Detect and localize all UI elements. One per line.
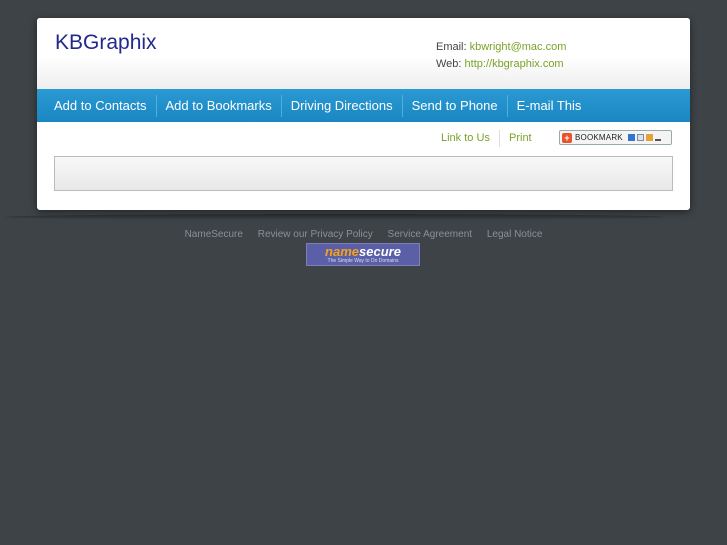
email-link[interactable]: kbwright@mac.com xyxy=(470,41,567,53)
print-link[interactable]: Print xyxy=(509,132,532,144)
nav-driving-directions[interactable]: Driving Directions xyxy=(280,94,402,117)
link-to-us-link[interactable]: Link to Us xyxy=(441,132,490,144)
web-label: Web: xyxy=(436,58,462,70)
social-icons xyxy=(627,134,661,141)
header: KBGraphix Email: kbwright@mac.com Web: h… xyxy=(37,18,690,89)
footer-privacy-link[interactable]: Review our Privacy Policy xyxy=(258,229,373,240)
content-box xyxy=(54,156,673,191)
logo-wordmark: namesecure xyxy=(325,243,401,259)
footer-links: NameSecure Review our Privacy Policy Ser… xyxy=(0,229,727,240)
site-title[interactable]: KBGraphix xyxy=(55,31,157,55)
logo-tagline: The Simple Way to Do Domains xyxy=(327,257,399,264)
plus-icon: + xyxy=(562,132,572,143)
footer-namesecure-link[interactable]: NameSecure xyxy=(185,229,243,240)
nav-send-to-phone[interactable]: Send to Phone xyxy=(401,94,507,117)
digg-icon xyxy=(636,134,644,141)
bookmark-button[interactable]: + BOOKMARK xyxy=(559,130,672,145)
footer-legal-notice-link[interactable]: Legal Notice xyxy=(487,229,543,240)
more-icon xyxy=(654,139,661,141)
nav-add-to-bookmarks[interactable]: Add to Bookmarks xyxy=(155,94,281,117)
stumbleupon-icon xyxy=(645,134,653,141)
contact-info: Email: kbwright@mac.com Web: http://kbgr… xyxy=(436,39,566,73)
tools-divider xyxy=(499,130,500,147)
bookmark-label: BOOKMARK xyxy=(575,133,623,142)
footer-service-agreement-link[interactable]: Service Agreement xyxy=(388,229,473,240)
web-link[interactable]: http://kbgraphix.com xyxy=(465,58,564,70)
email-label: Email: xyxy=(436,41,467,53)
action-navbar: Add to Contacts Add to Bookmarks Driving… xyxy=(37,89,690,122)
card-shadow xyxy=(5,214,665,220)
delicious-icon xyxy=(627,134,635,141)
profile-card: KBGraphix Email: kbwright@mac.com Web: h… xyxy=(37,18,690,210)
namesecure-logo[interactable]: namesecure The Simple Way to Do Domains xyxy=(306,243,420,266)
nav-add-to-contacts[interactable]: Add to Contacts xyxy=(45,95,156,117)
nav-email-this[interactable]: E-mail This xyxy=(506,94,591,117)
tools-bar: Link to Us Print + BOOKMARK xyxy=(37,130,690,148)
